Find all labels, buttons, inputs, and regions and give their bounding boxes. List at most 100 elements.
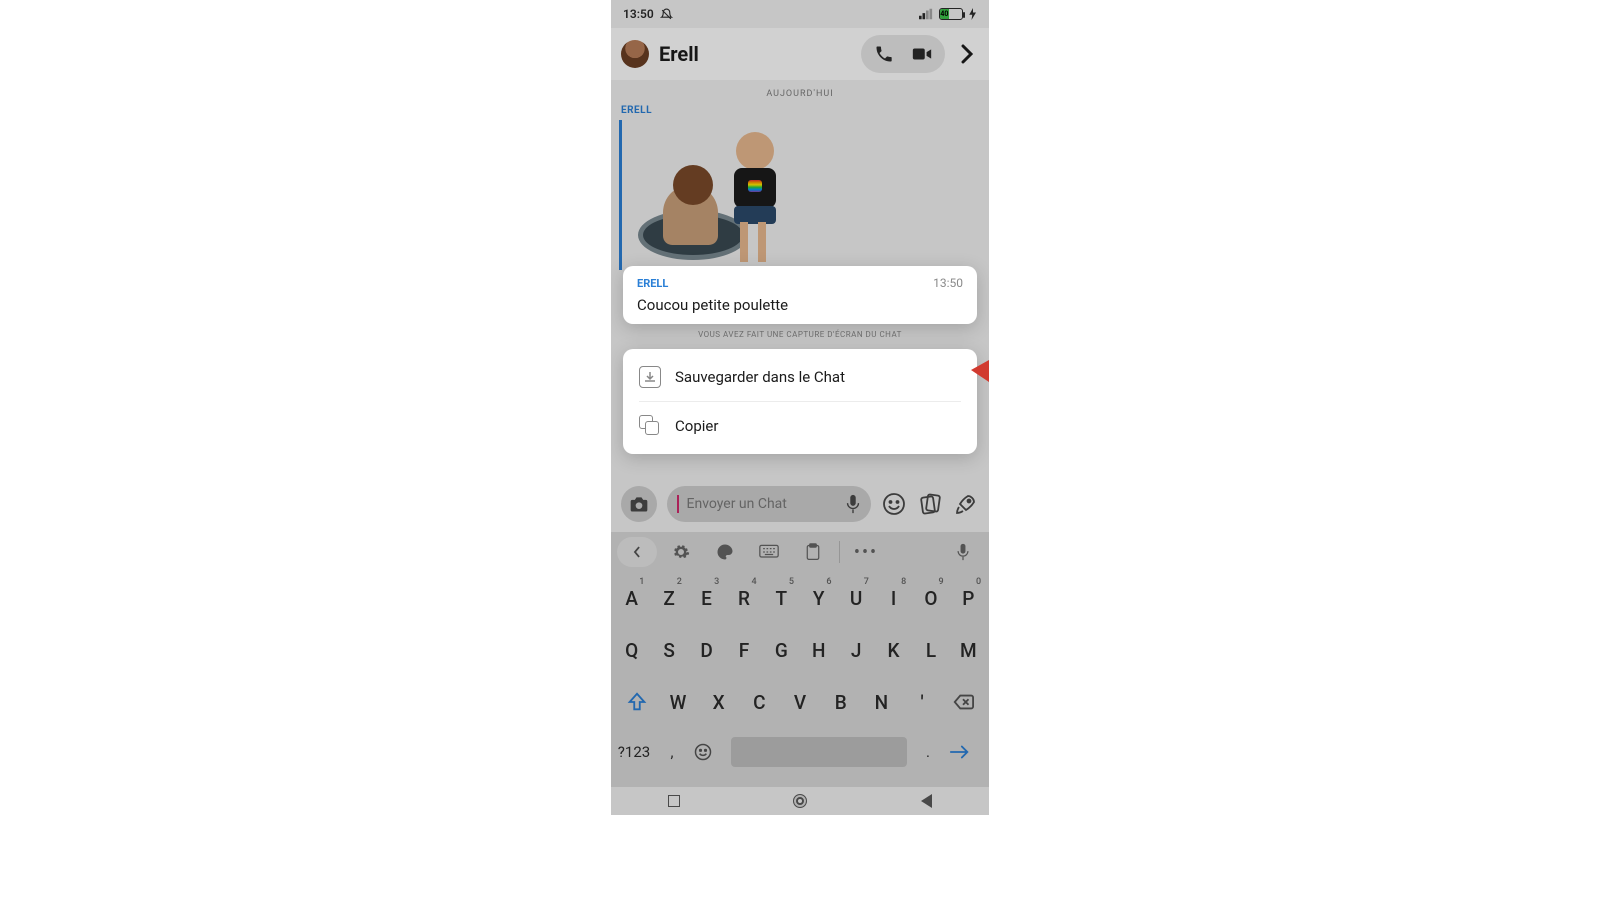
key-K[interactable]: K [876,628,911,672]
key-H[interactable]: H [801,628,836,672]
charging-icon [969,8,977,20]
sticker-message[interactable] [619,120,983,270]
save-in-chat-option[interactable]: Sauvegarder dans le Chat [623,353,977,401]
kb-clipboard-button[interactable] [793,537,833,567]
key-F[interactable]: F [726,628,761,672]
gallery-button[interactable] [917,491,943,517]
keyboard-toolbar: ••• [611,532,989,572]
kb-collapse-button[interactable] [617,537,657,567]
mic-icon[interactable] [845,494,861,514]
key-U[interactable]: U7 [838,576,873,620]
phone-screen: 13:50 40 Erell AUJOURD'HUI ERELL [611,0,989,815]
key-apostrophe[interactable]: ' [903,680,942,724]
key-W[interactable]: W [659,680,698,724]
back-button[interactable] [921,794,932,808]
enter-key[interactable] [949,744,983,760]
copy-option[interactable]: Copier [623,402,977,450]
save-label: Sauvegarder dans le Chat [675,368,845,386]
text-cursor [677,495,679,513]
copy-icon [639,415,661,437]
key-X[interactable]: X [699,680,738,724]
copy-label: Copier [675,417,718,435]
chevron-left-icon [630,545,644,559]
key-S[interactable]: S [651,628,686,672]
details-button[interactable] [955,44,979,64]
input-bar: Envoyer un Chat [611,480,989,528]
emoji-key[interactable] [693,742,727,762]
key-G[interactable]: G [764,628,799,672]
video-call-button[interactable] [903,39,941,69]
kb-more-button[interactable]: ••• [846,537,886,567]
camera-button[interactable] [621,486,657,522]
battery-icon: 40 [939,8,963,20]
chat-header: Erell [611,28,989,80]
smiley-icon [882,492,906,516]
key-I[interactable]: I8 [876,576,911,620]
backspace-key[interactable] [943,680,982,724]
kb-row-4: ?123 , . [611,728,989,776]
key-T[interactable]: T5 [764,576,799,620]
key-Z[interactable]: Z2 [651,576,686,620]
key-B[interactable]: B [821,680,860,724]
key-L[interactable]: L [913,628,948,672]
keyboard: ••• A1Z2E3R4T5Y6U7I8O9P0 QSDFGHJKLM WXCV… [611,532,989,787]
sender-label: ERELL [621,105,983,116]
key-Y[interactable]: Y6 [801,576,836,620]
kb-keyboard-button[interactable] [749,537,789,567]
mic-icon [956,543,970,561]
selected-message[interactable]: ERELL 13:50 Coucou petite poulette [623,266,977,324]
key-E[interactable]: E3 [689,576,724,620]
kb-row-2: QSDFGHJKLM [611,624,989,676]
chat-body[interactable]: AUJOURD'HUI ERELL ERELL 13:50 Coucou pet… [611,80,989,454]
signal-icon [919,8,933,20]
kb-settings-button[interactable] [661,537,701,567]
comma-key[interactable]: , [655,743,689,761]
key-C[interactable]: C [740,680,779,724]
shift-key[interactable] [618,680,657,724]
backspace-icon [952,691,974,713]
rocket-button[interactable] [953,491,979,517]
date-separator: AUJOURD'HUI [617,89,983,99]
kb-row-3: WXCVBN' [611,676,989,728]
spacebar-key[interactable] [731,737,907,767]
key-V[interactable]: V [781,680,820,724]
status-bar: 13:50 40 [611,0,989,28]
smiley-icon [693,742,713,762]
key-Q[interactable]: Q [614,628,649,672]
message-input[interactable]: Envoyer un Chat [667,486,871,522]
emoji-button[interactable] [881,491,907,517]
home-button[interactable] [793,794,807,808]
video-icon [911,44,933,64]
recents-button[interactable] [668,795,680,807]
rocket-icon [954,492,978,516]
symbols-key[interactable]: ?123 [617,743,651,761]
message-time: 13:50 [933,276,963,290]
enter-icon [949,744,971,760]
palette-icon [716,543,734,561]
kb-theme-button[interactable] [705,537,745,567]
key-N[interactable]: N [862,680,901,724]
key-O[interactable]: O9 [913,576,948,620]
period-key[interactable]: . [911,743,945,761]
kb-voice-button[interactable] [943,537,983,567]
key-M[interactable]: M [951,628,986,672]
avatar[interactable] [621,40,649,68]
gear-icon [672,543,690,561]
key-A[interactable]: A1 [614,576,649,620]
key-D[interactable]: D [689,628,724,672]
cards-icon [918,492,942,516]
key-J[interactable]: J [838,628,873,672]
key-R[interactable]: R4 [726,576,761,620]
message-sender: ERELL [637,277,668,290]
input-placeholder: Envoyer un Chat [687,496,838,512]
voice-call-button[interactable] [865,39,903,69]
save-icon [639,366,661,388]
key-P[interactable]: P0 [951,576,986,620]
contact-name[interactable]: Erell [659,42,851,66]
phone-icon [874,44,894,64]
screenshot-notice: VOUS AVEZ FAIT UNE CAPTURE D'ÉCRAN DU CH… [617,330,983,339]
dnd-icon [660,8,673,21]
bitmoji-sticker [628,120,798,270]
clipboard-icon [805,543,821,561]
shift-icon [626,691,648,713]
